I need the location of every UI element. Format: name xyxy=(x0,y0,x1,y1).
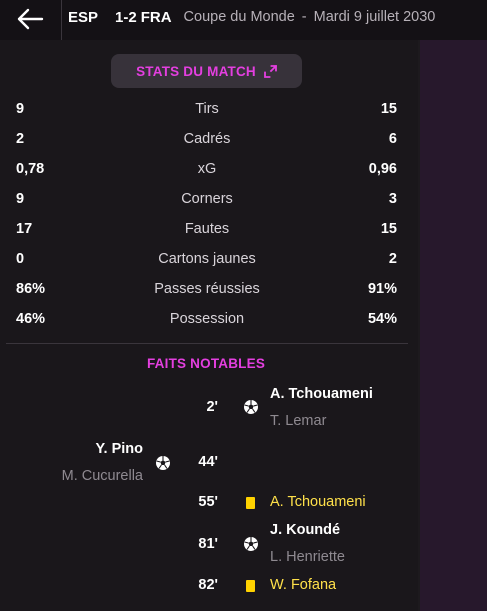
stat-away-value: 6 xyxy=(388,131,397,147)
event-goal: J. Koundé 81' L. Henriette xyxy=(0,519,418,569)
section-divider xyxy=(6,343,408,344)
competition-name: Coupe du Monde xyxy=(183,9,295,25)
event-player: W. Fofana xyxy=(270,577,337,593)
stat-away-value: 54% xyxy=(367,311,397,327)
stat-row-fouls: 17 Fautes 15 xyxy=(0,214,418,244)
yellow-card-icon xyxy=(246,497,255,509)
stat-away-value: 2 xyxy=(388,251,397,267)
event-assist: M. Cucurella xyxy=(61,468,143,484)
stats-table: 9 Tirs 15 2 Cadrés 6 0,78 xG 0,96 9 Corn… xyxy=(0,94,418,334)
expand-icon xyxy=(263,64,277,78)
home-team: ESP xyxy=(68,8,99,26)
stat-row-on-target: 2 Cadrés 6 xyxy=(0,124,418,154)
event-assist: T. Lemar xyxy=(270,413,327,429)
stat-away-value: 15 xyxy=(380,101,397,117)
stat-row-possession: 46% Possession 54% xyxy=(0,304,418,334)
event-goal: 2' A. Tchouameni T. Lemar xyxy=(0,383,418,433)
event-minute: 82' xyxy=(198,577,218,593)
yellow-card-icon xyxy=(246,580,255,592)
match-score: 1-2 xyxy=(115,8,137,26)
stat-away-value: 0,96 xyxy=(368,161,397,177)
stat-row-yellow-cards: 0 Cartons jaunes 2 xyxy=(0,244,418,274)
stat-row-passes: 86% Passes réussies 91% xyxy=(0,274,418,304)
stat-label: Cadrés xyxy=(183,131,231,147)
event-assist: L. Henriette xyxy=(270,549,345,565)
stat-label: xG xyxy=(197,161,217,177)
away-team: FRA xyxy=(140,8,172,26)
match-header: ESP 1-2 FRA Coupe du Monde - Mardi 9 jui… xyxy=(68,7,435,27)
stat-label: Tirs xyxy=(195,101,219,117)
header-separator: - xyxy=(301,9,307,25)
stat-label: Passes réussies xyxy=(154,281,260,297)
event-player: A. Tchouameni xyxy=(270,386,373,402)
match-stats-label: STATS DU MATCH xyxy=(136,63,256,79)
stat-away-value: 15 xyxy=(380,221,397,237)
stat-row-xg: 0,78 xG 0,96 xyxy=(0,154,418,184)
stat-row-corners: 9 Corners 3 xyxy=(0,184,418,214)
event-minute: 81' xyxy=(198,536,218,552)
stat-away-value: 91% xyxy=(367,281,397,297)
event-player: J. Koundé xyxy=(270,522,341,538)
event-minute: 55' xyxy=(198,494,218,510)
top-bar: ESP 1-2 FRA Coupe du Monde - Mardi 9 jui… xyxy=(0,0,487,40)
topbar-divider xyxy=(61,0,62,40)
event-player: A. Tchouameni xyxy=(270,494,366,510)
facts-title: FAITS NOTABLES xyxy=(146,356,266,371)
side-panel xyxy=(420,40,487,611)
event-yellow-card: 55' A. Tchouameni xyxy=(0,491,418,515)
stat-label: Cartons jaunes xyxy=(158,251,256,267)
ball-icon xyxy=(243,399,259,415)
match-stats-button[interactable]: STATS DU MATCH xyxy=(111,54,302,88)
stat-row-shots: 9 Tirs 15 xyxy=(0,94,418,124)
event-goal: Y. Pino M. Cucurella 44' xyxy=(0,439,418,489)
stat-label: Possession xyxy=(169,311,245,327)
event-minute: 44' xyxy=(198,454,218,470)
arrow-left-icon xyxy=(17,8,44,30)
stat-away-value: 3 xyxy=(388,191,397,207)
ball-icon xyxy=(243,536,259,552)
event-yellow-card: 82' W. Fofana xyxy=(0,574,418,598)
match-date: Mardi 9 juillet 2030 xyxy=(313,9,436,25)
stat-label: Fautes xyxy=(184,221,230,237)
back-button[interactable] xyxy=(0,0,60,38)
event-minute: 2' xyxy=(206,399,218,415)
stat-label: Corners xyxy=(181,191,233,207)
